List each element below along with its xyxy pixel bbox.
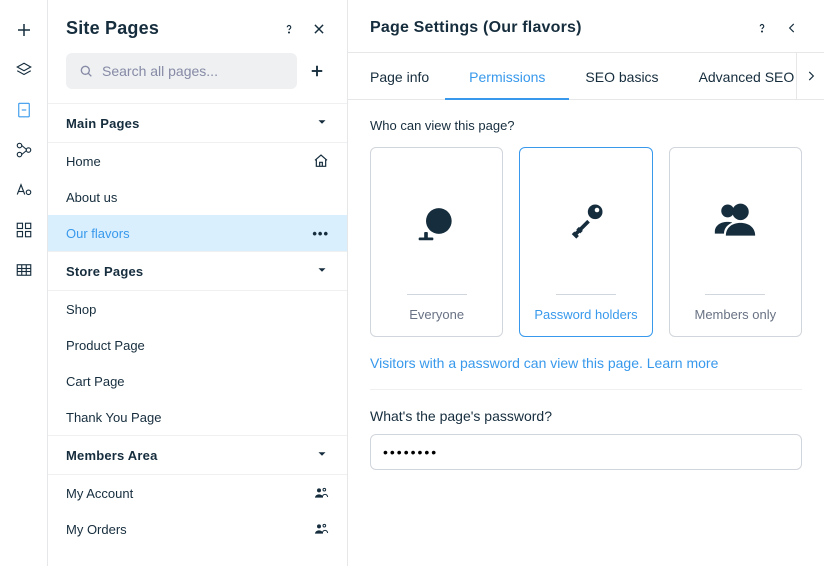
help-icon[interactable] <box>752 18 772 38</box>
password-label: What's the page's password? <box>370 408 802 424</box>
search-pages-box[interactable] <box>66 53 297 89</box>
section-store-pages[interactable]: Store Pages <box>48 251 347 291</box>
home-icon <box>313 153 329 169</box>
section-main-pages[interactable]: Main Pages <box>48 103 347 143</box>
site-pages-title: Site Pages <box>66 18 269 39</box>
page-item-home[interactable]: Home <box>48 143 347 179</box>
tabs-scroll-right[interactable] <box>796 53 824 99</box>
search-icon <box>78 63 94 79</box>
chevron-down-icon <box>315 447 329 464</box>
card-label: Everyone <box>409 307 464 322</box>
permissions-help: Visitors with a password can view this p… <box>370 355 802 390</box>
add-page-button[interactable] <box>305 56 329 86</box>
tab-seo-basics[interactable]: SEO basics <box>585 53 658 99</box>
key-icon <box>564 148 608 294</box>
section-label: Main Pages <box>66 116 140 131</box>
grid-icon[interactable] <box>14 220 34 240</box>
left-rail <box>0 0 48 566</box>
permission-password[interactable]: Password holders <box>519 147 652 337</box>
chevron-down-icon <box>315 263 329 280</box>
site-pages-panel: Site Pages Main Pages Home About us Our … <box>48 0 348 566</box>
add-icon[interactable] <box>14 20 34 40</box>
section-members-area[interactable]: Members Area <box>48 435 347 475</box>
more-icon[interactable]: ••• <box>312 226 329 241</box>
page-item-thankyou[interactable]: Thank You Page <box>48 399 347 435</box>
page-icon[interactable] <box>14 100 34 120</box>
page-item-shop[interactable]: Shop <box>48 291 347 327</box>
members-icon <box>313 485 329 501</box>
tab-permissions[interactable]: Permissions <box>469 53 545 99</box>
page-item-my-orders[interactable]: My Orders <box>48 511 347 547</box>
settings-tabs: Page info Permissions SEO basics Advance… <box>348 53 824 100</box>
page-item-cart[interactable]: Cart Page <box>48 363 347 399</box>
learn-more-link[interactable]: Learn more <box>647 355 719 371</box>
card-label: Members only <box>695 307 777 322</box>
tab-page-info[interactable]: Page info <box>370 53 429 99</box>
permission-everyone[interactable]: Everyone <box>370 147 503 337</box>
page-item-about[interactable]: About us <box>48 179 347 215</box>
page-settings-panel: Page Settings (Our flavors) Page info Pe… <box>348 0 824 566</box>
links-icon[interactable] <box>14 140 34 160</box>
chevron-down-icon <box>315 115 329 132</box>
page-settings-title: Page Settings (Our flavors) <box>370 19 742 37</box>
section-label: Store Pages <box>66 264 143 279</box>
permission-members[interactable]: Members only <box>669 147 802 337</box>
close-icon[interactable] <box>309 19 329 39</box>
password-input[interactable] <box>370 434 802 470</box>
search-input[interactable] <box>94 62 285 80</box>
members-icon <box>313 521 329 537</box>
page-item-product[interactable]: Product Page <box>48 327 347 363</box>
permissions-question: Who can view this page? <box>370 118 802 133</box>
page-item-my-account[interactable]: My Account <box>48 475 347 511</box>
tab-advanced-seo[interactable]: Advanced SEO <box>699 53 795 99</box>
back-icon[interactable] <box>782 18 802 38</box>
layers-icon[interactable] <box>14 60 34 80</box>
help-icon[interactable] <box>279 19 299 39</box>
table-icon[interactable] <box>14 260 34 280</box>
typography-icon[interactable] <box>14 180 34 200</box>
card-label: Password holders <box>534 307 637 322</box>
section-label: Members Area <box>66 448 158 463</box>
members-icon <box>711 148 759 294</box>
page-item-our-flavors[interactable]: Our flavors ••• <box>48 215 347 251</box>
globe-icon <box>415 148 459 294</box>
